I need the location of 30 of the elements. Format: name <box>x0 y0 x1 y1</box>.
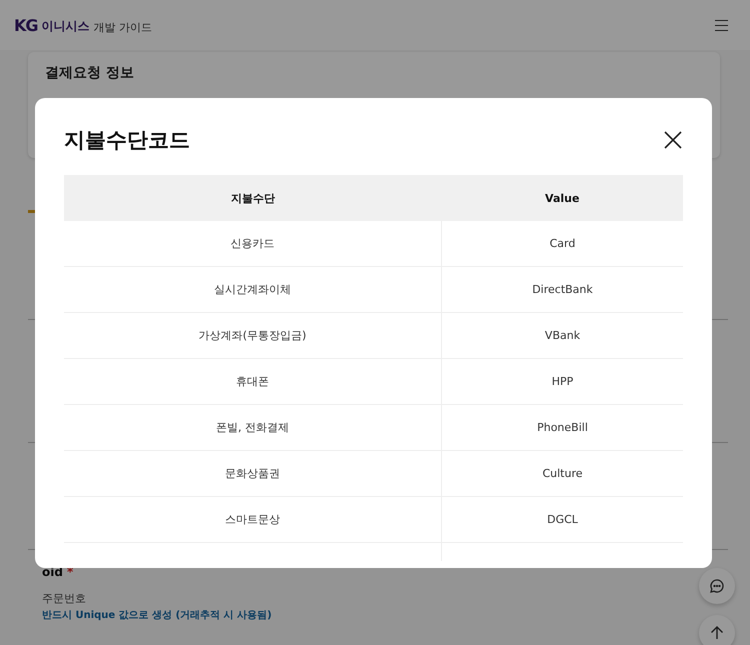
table-cell: 가상계좌(무통장입금) <box>64 312 442 358</box>
close-button[interactable] <box>663 130 683 150</box>
table-cell: PhoneBill <box>442 404 683 450</box>
field-description: 주문번호 <box>42 591 87 606</box>
table-cell: Card <box>442 221 683 266</box>
table-cell: 실시간계좌이체 <box>64 266 442 312</box>
logo-name: 이니시스 <box>42 18 90 34</box>
table-cell: HPP <box>442 358 683 404</box>
chat-bubble-icon <box>709 578 725 594</box>
table-cell: Culture <box>442 450 683 496</box>
modal-title: 지불수단코드 <box>64 127 190 154</box>
table-cell: 문화상품권 <box>64 450 442 496</box>
table-cell: 휴대폰 <box>64 358 442 404</box>
site-subtitle: 개발 가이드 <box>94 20 152 34</box>
table-cell: 스마트문상 <box>64 496 442 542</box>
chat-button[interactable] <box>699 568 735 604</box>
field-note: 반드시 Unique 값으로 생성 (거래추적 시 사용됨) <box>42 609 273 622</box>
arrow-up-icon <box>710 626 724 640</box>
table-cell: 폰빌, 전화결제 <box>64 404 442 450</box>
table-cell: VBank <box>442 312 683 358</box>
card-title: 결제요청 정보 <box>45 64 135 82</box>
table-cell: DGCL <box>442 496 683 542</box>
column-header: Value <box>442 175 683 221</box>
table-cell: DirectBank <box>442 266 683 312</box>
table-cell: 신용카드 <box>64 221 442 266</box>
close-icon <box>663 130 683 150</box>
logo-mark: KG <box>14 16 38 34</box>
scroll-top-button[interactable] <box>699 615 735 645</box>
column-header: 지불수단 <box>64 175 442 221</box>
menu-icon[interactable] <box>715 20 728 30</box>
